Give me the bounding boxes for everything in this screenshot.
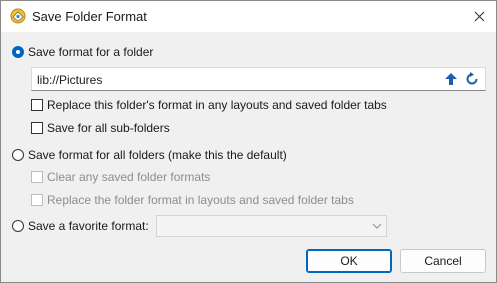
checkbox-box-disabled [31,194,43,206]
favorite-format-select[interactable] [156,215,387,237]
checkbox-box[interactable] [31,99,43,111]
reset-icon[interactable] [464,71,480,87]
checkbox-clear-saved-formats: Clear any saved folder formats [31,170,210,184]
cancel-button[interactable]: Cancel [400,249,486,273]
close-button[interactable] [462,1,496,32]
checkbox-label: Replace the folder format in layouts and… [47,193,354,207]
radio-button-selected[interactable] [12,46,24,58]
radio-label: Save a favorite format: [28,219,149,233]
checkbox-label: Save for all sub-folders [47,121,170,135]
radio-save-all-folders[interactable]: Save format for all folders (make this t… [12,148,287,162]
save-folder-format-dialog: Save Folder Format Save format for a fol… [0,0,497,283]
app-icon [10,8,26,24]
checkbox-label: Replace this folder's format in any layo… [47,98,387,112]
cancel-button-label: Cancel [424,254,462,268]
ok-button[interactable]: OK [306,249,392,273]
checkbox-box-disabled [31,171,43,183]
radio-label: Save format for all folders (make this t… [28,148,287,162]
chevron-down-icon [372,223,382,229]
window-title: Save Folder Format [32,9,147,24]
checkbox-save-subfolders[interactable]: Save for all sub-folders [31,121,170,135]
folder-path-input[interactable]: lib://Pictures [31,67,486,91]
checkbox-label: Clear any saved folder formats [47,170,211,184]
radio-button[interactable] [12,149,24,161]
checkbox-replace-in-layouts: Replace the folder format in layouts and… [31,193,354,207]
close-icon [474,11,484,22]
ok-button-label: OK [340,254,358,268]
title-bar: Save Folder Format [1,1,496,32]
radio-save-favorite[interactable]: Save a favorite format: [12,219,149,233]
checkbox-box[interactable] [31,122,43,134]
radio-button[interactable] [12,220,24,232]
folder-path-value: lib://Pictures [37,73,103,87]
up-arrow-icon[interactable] [443,71,459,87]
radio-label: Save format for a folder [28,45,154,59]
checkbox-replace-folder-format[interactable]: Replace this folder's format in any layo… [31,98,387,112]
radio-save-for-folder[interactable]: Save format for a folder [12,45,153,59]
